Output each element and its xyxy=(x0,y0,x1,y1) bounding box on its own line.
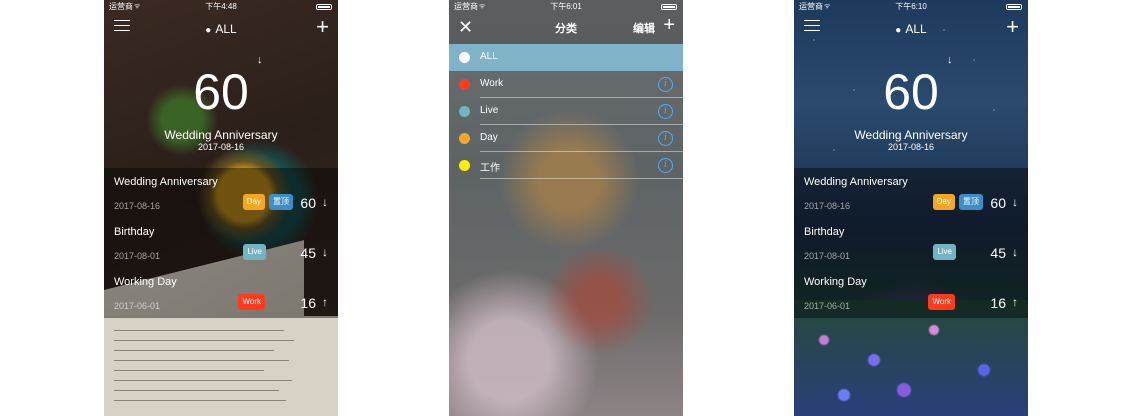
book-text-line xyxy=(114,330,284,331)
category-item-gongzuo[interactable]: 工作 i xyxy=(449,152,683,179)
category-color-dot xyxy=(459,52,470,63)
category-label: 工作 xyxy=(480,163,500,174)
event-row[interactable]: Wedding Anniversary 2017-08-16 Day 置顶 60… xyxy=(104,168,338,218)
up-arrow-icon: ↑ xyxy=(322,295,328,309)
category-badge: Day xyxy=(242,194,265,210)
category-title[interactable]: ● ALL xyxy=(794,22,1028,36)
hero-event-date: 2017-08-16 xyxy=(887,142,935,152)
event-list: Wedding Anniversary 2017-08-16 Day 置顶 60… xyxy=(104,168,338,318)
event-name: Wedding Anniversary xyxy=(114,176,218,188)
hero-event-date: 2017-08-16 xyxy=(197,142,245,152)
status-time: 下午6:10 xyxy=(895,2,927,11)
event-date: 2017-08-01 xyxy=(114,251,161,261)
status-bar: 运营商 ᯤ 下午6:10 xyxy=(794,0,1028,14)
category-header: ✕ 分类 编辑 + xyxy=(449,14,683,44)
book-text-line xyxy=(114,400,286,401)
book-text-line xyxy=(114,350,274,351)
event-name: Birthday xyxy=(804,226,845,238)
event-date: 2017-06-01 xyxy=(804,301,851,311)
screen-event-list-photo: 运营商 ᯤ 下午4:48 ● ALL + ↓ 60 Wedding Anniver… xyxy=(104,0,338,416)
info-icon[interactable]: i xyxy=(658,104,673,119)
event-days: 45 xyxy=(300,245,316,261)
tag-icon: ● xyxy=(895,25,902,36)
info-icon[interactable]: i xyxy=(658,77,673,92)
down-arrow-icon: ↓ xyxy=(1012,245,1018,259)
down-arrow-icon: ↓ xyxy=(322,195,328,209)
add-event-button[interactable]: + xyxy=(1006,16,1019,38)
book-text-line xyxy=(114,390,279,391)
event-list: Wedding Anniversary 2017-08-16 Day 置顶 60… xyxy=(794,168,1028,318)
screen-event-list-night: 运营商 ᯤ 下午6:10 ● ALL + ↓ 60 Wedding Anniver… xyxy=(794,0,1028,416)
category-title-label: ALL xyxy=(905,22,927,36)
screen-category-picker: 运营商 ᯤ 下午6:01 ✕ 分类 编辑 + ALL Work i Live i… xyxy=(449,0,683,416)
category-color-dot xyxy=(459,160,470,171)
category-badge: Work xyxy=(928,294,955,310)
edit-button[interactable]: 编辑 xyxy=(633,20,655,36)
event-name: Working Day xyxy=(114,276,177,288)
event-name: Birthday xyxy=(114,226,155,238)
status-time: 下午6:01 xyxy=(550,2,582,11)
category-badge: Live xyxy=(243,244,266,260)
book-text-line xyxy=(114,340,294,341)
category-badge: Live xyxy=(933,244,956,260)
hero-days: 60 xyxy=(883,64,939,120)
category-color-dot xyxy=(459,79,470,90)
event-date: 2017-08-16 xyxy=(114,201,161,211)
event-name: Working Day xyxy=(804,276,867,288)
category-title-label: ALL xyxy=(215,22,237,36)
battery-icon xyxy=(661,4,677,10)
category-label: ALL xyxy=(480,51,498,62)
battery-icon xyxy=(316,4,332,10)
battery-icon xyxy=(1006,4,1022,10)
event-days: 16 xyxy=(990,295,1006,311)
event-row[interactable]: Working Day 2017-06-01 Work 16 ↑ xyxy=(794,268,1028,318)
category-item-day[interactable]: Day i xyxy=(449,125,683,152)
event-days: 45 xyxy=(990,245,1006,261)
tag-icon: ● xyxy=(205,25,212,36)
status-bar: 运营商 ᯤ 下午4:48 xyxy=(104,0,338,14)
down-arrow-icon: ↓ xyxy=(1012,195,1018,209)
hero-event-name: Wedding Anniversary xyxy=(164,128,278,142)
add-event-button[interactable]: + xyxy=(316,16,329,38)
category-item-work[interactable]: Work i xyxy=(449,71,683,98)
down-arrow-icon: ↓ xyxy=(322,245,328,259)
hero-event-name: Wedding Anniversary xyxy=(854,128,968,142)
category-item-all[interactable]: ALL xyxy=(449,44,683,71)
pinned-badge: 置顶 xyxy=(269,194,293,210)
event-days: 60 xyxy=(990,195,1006,211)
event-date: 2017-06-01 xyxy=(114,301,161,311)
info-icon[interactable]: i xyxy=(658,131,673,146)
category-color-dot xyxy=(459,133,470,144)
category-item-live[interactable]: Live i xyxy=(449,98,683,125)
add-category-button[interactable]: + xyxy=(663,14,675,36)
category-title[interactable]: ● ALL xyxy=(104,22,338,36)
event-row[interactable]: Birthday 2017-08-01 Live 45 ↓ xyxy=(104,218,338,268)
book-text-line xyxy=(114,380,292,381)
event-days: 16 xyxy=(300,295,316,311)
info-icon[interactable]: i xyxy=(658,158,673,173)
book-text-line xyxy=(114,370,264,371)
status-bar: 运营商 ᯤ 下午6:01 xyxy=(449,0,683,14)
category-label: Work xyxy=(480,78,504,89)
event-name: Wedding Anniversary xyxy=(804,176,908,188)
category-label: Live xyxy=(480,105,499,116)
event-date: 2017-08-16 xyxy=(804,201,851,211)
status-time: 下午4:48 xyxy=(205,2,237,11)
category-badge: Day xyxy=(932,194,955,210)
event-days: 60 xyxy=(300,195,316,211)
divider xyxy=(480,178,683,179)
category-badge: Work xyxy=(238,294,265,310)
background-book-page xyxy=(104,316,338,416)
up-arrow-icon: ↑ xyxy=(1012,295,1018,309)
event-row[interactable]: Birthday 2017-08-01 Live 45 ↓ xyxy=(794,218,1028,268)
category-color-dot xyxy=(459,106,470,117)
pinned-badge: 置顶 xyxy=(959,194,983,210)
book-text-line xyxy=(114,360,289,361)
category-label: Day xyxy=(480,132,498,143)
event-row[interactable]: Wedding Anniversary 2017-08-16 Day 置顶 60… xyxy=(794,168,1028,218)
event-date: 2017-08-01 xyxy=(804,251,851,261)
hero-days: 60 xyxy=(193,64,249,120)
event-row[interactable]: Working Day 2017-06-01 Work 16 ↑ xyxy=(104,268,338,318)
